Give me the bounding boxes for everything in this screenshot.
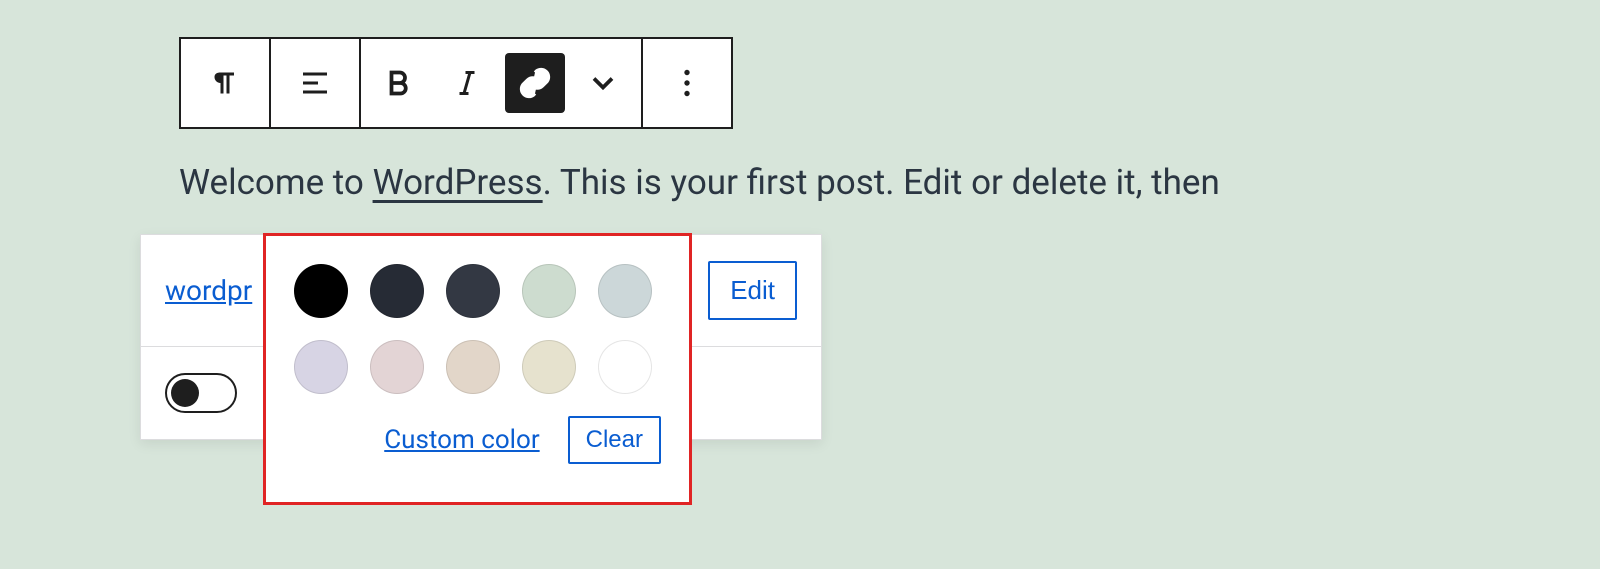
color-swatch[interactable] bbox=[294, 264, 348, 318]
color-swatch[interactable] bbox=[598, 264, 652, 318]
bold-icon bbox=[381, 65, 417, 101]
color-swatch[interactable] bbox=[522, 340, 576, 394]
link-button[interactable] bbox=[505, 53, 565, 113]
align-button[interactable] bbox=[275, 39, 355, 127]
color-swatch[interactable] bbox=[598, 340, 652, 394]
paragraph-icon bbox=[207, 65, 243, 101]
paragraph-content[interactable]: Welcome to WordPress. This is your first… bbox=[179, 162, 1220, 203]
more-formatting-button[interactable] bbox=[569, 39, 637, 127]
color-swatch[interactable] bbox=[446, 264, 500, 318]
color-swatch[interactable] bbox=[522, 264, 576, 318]
custom-color-link[interactable]: Custom color bbox=[384, 425, 539, 455]
link-icon bbox=[517, 65, 553, 101]
more-options-button[interactable] bbox=[647, 39, 727, 127]
open-new-tab-toggle[interactable] bbox=[165, 373, 237, 413]
color-swatch[interactable] bbox=[370, 340, 424, 394]
clear-color-button[interactable]: Clear bbox=[568, 416, 661, 464]
color-swatch[interactable] bbox=[446, 340, 500, 394]
block-toolbar bbox=[179, 37, 733, 129]
italic-icon bbox=[449, 65, 485, 101]
bold-button[interactable] bbox=[365, 39, 433, 127]
paragraph-post: . This is your first post. Edit or delet… bbox=[543, 162, 1220, 203]
color-picker-popover: Custom color Clear bbox=[263, 233, 692, 505]
more-icon bbox=[669, 65, 705, 101]
color-swatch[interactable] bbox=[294, 340, 348, 394]
color-swatch[interactable] bbox=[370, 264, 424, 318]
paragraph-link[interactable]: WordPress bbox=[373, 162, 543, 203]
color-swatches bbox=[294, 264, 661, 394]
color-popover-footer: Custom color Clear bbox=[294, 416, 661, 464]
link-url-preview[interactable]: wordpr bbox=[165, 274, 252, 307]
paragraph-pre: Welcome to bbox=[179, 162, 373, 203]
align-icon bbox=[297, 65, 333, 101]
chevron-down-icon bbox=[585, 65, 621, 101]
italic-button[interactable] bbox=[433, 39, 501, 127]
edit-link-button[interactable]: Edit bbox=[708, 261, 797, 320]
paragraph-block-button[interactable] bbox=[185, 39, 265, 127]
